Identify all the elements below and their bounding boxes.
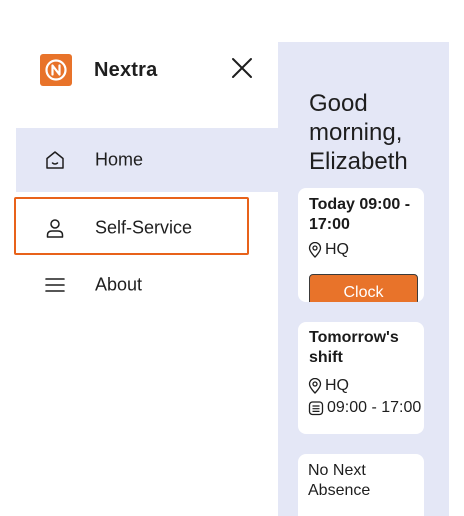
- close-icon: [232, 58, 252, 78]
- nav-item-home[interactable]: Home: [16, 128, 278, 192]
- app-screen: Nextra Home Self-Service About Good morn…: [0, 0, 464, 516]
- card-title: Today 09:00 - 17:00: [309, 196, 411, 233]
- nav-item-self-service[interactable]: Self-Service: [16, 196, 278, 260]
- brand: Nextra: [40, 54, 157, 86]
- nextra-logo-icon: [40, 54, 72, 86]
- location-pin-icon: [308, 378, 322, 394]
- calendar-icon: [308, 401, 324, 416]
- location-text: HQ: [325, 377, 349, 394]
- main-panel: Good morning, Elizabeth Today 09:00 - 17…: [278, 42, 449, 516]
- absence-text: No Next Absence: [308, 462, 371, 499]
- time-row: 09:00 - 17:00: [308, 398, 423, 418]
- nav-item-label: Self-Service: [95, 217, 193, 238]
- user-icon: [44, 217, 66, 239]
- close-drawer-button[interactable]: [228, 54, 256, 82]
- time-text: 09:00 - 17:00: [327, 399, 422, 416]
- navigation-drawer: Nextra Home Self-Service About: [16, 42, 278, 516]
- location-text: HQ: [325, 241, 349, 258]
- location-row: HQ: [308, 376, 349, 396]
- nav-item-label: About: [95, 274, 143, 295]
- greeting-text: Good morning, Elizabeth: [309, 90, 408, 175]
- next-absence-card[interactable]: No Next Absence: [298, 454, 424, 516]
- location-row: HQ: [308, 240, 349, 260]
- card-title: Tomorrow's shift: [309, 329, 399, 366]
- app-name: Nextra: [94, 58, 158, 81]
- nav-item-about[interactable]: About: [16, 253, 278, 317]
- today-shift-card[interactable]: Today 09:00 - 17:00 HQ Clock: [298, 188, 424, 302]
- nav-item-label: Home: [95, 149, 144, 170]
- tomorrow-shift-card[interactable]: Tomorrow's shift HQ 09:00 - 17:00: [298, 322, 424, 434]
- home-icon: [44, 149, 66, 171]
- clock-button[interactable]: Clock: [309, 274, 418, 302]
- menu-icon: [44, 274, 66, 296]
- location-pin-icon: [308, 242, 322, 258]
